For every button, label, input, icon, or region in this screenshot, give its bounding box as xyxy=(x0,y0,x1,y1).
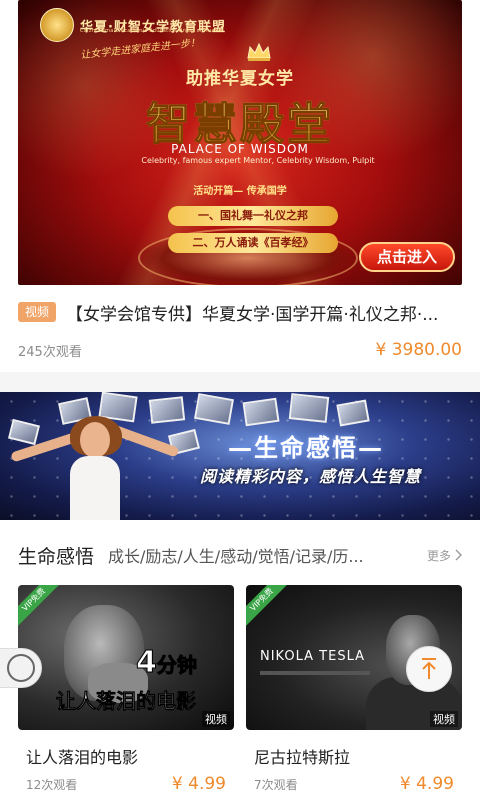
course-item-title-row[interactable]: 视频 【女学会馆专供】华夏女学·国学开篇·礼仪之邦·... xyxy=(18,298,462,326)
life-banner-subtitle: 阅读精彩内容，感悟人生智慧 xyxy=(200,467,422,486)
circle-button-icon xyxy=(7,654,35,682)
floating-photo xyxy=(288,393,330,423)
vip-free-ribbon: VIP免费 xyxy=(246,585,293,631)
view-count: 12次观看 xyxy=(26,777,78,792)
crown-icon xyxy=(247,42,271,61)
card-title[interactable]: 尼古拉特斯拉 xyxy=(254,744,350,768)
life-banner-title: —生命感悟— xyxy=(228,434,384,462)
section-title: 生命感悟 xyxy=(18,545,95,568)
course-item-meta: 245次观看 ¥ 3980.00 xyxy=(18,340,462,360)
logo-subtext: Caizhi Female Academic Education Union o… xyxy=(80,28,224,34)
card-overlay-line xyxy=(260,671,370,675)
banner-pill-2: 二、万人诵读《百孝经》 xyxy=(168,233,338,253)
video-tag: 视频 xyxy=(18,302,57,322)
card-title[interactable]: 让人落泪的电影 xyxy=(26,744,138,768)
banner-headline-en: PALACE OF WISDOM xyxy=(171,142,309,156)
woman-figure-image xyxy=(10,412,180,520)
course-item-title[interactable]: 【女学会馆专供】华夏女学·国学开篇·礼仪之邦·... xyxy=(66,300,438,325)
price: ¥ 4.99 xyxy=(399,774,454,794)
floating-photo xyxy=(242,397,280,427)
banner-pill-1: 一、国礼舞一礼仪之邦 xyxy=(168,206,338,226)
view-count: 7次观看 xyxy=(254,777,298,792)
logo-emblem-icon xyxy=(40,8,74,42)
more-link[interactable]: 更多 xyxy=(427,547,462,564)
card-overlay-duration: 4分钟 xyxy=(136,645,198,681)
enter-button[interactable]: 点击进入 xyxy=(359,242,455,272)
section-tags[interactable]: 成长/励志/人生/感动/觉悟/记录/历... xyxy=(108,543,419,567)
banner-headline-small: 助推华夏女学 xyxy=(186,69,294,89)
section-divider xyxy=(0,372,480,392)
floating-side-button[interactable] xyxy=(0,648,42,688)
banner-headline-en-sub: Celebrity, famous expert Mentor, Celebri… xyxy=(141,156,375,165)
video-badge: 视频 xyxy=(430,711,458,727)
price: ¥ 4.99 xyxy=(171,774,226,794)
more-label: 更多 xyxy=(426,548,451,563)
card-meta: 7次观看 ¥ 4.99 xyxy=(254,774,454,794)
section-header: 生命感悟 成长/励志/人生/感动/觉悟/记录/历... 更多 xyxy=(18,540,462,570)
card-overlay-name: NIKOLA TESLA xyxy=(260,649,366,664)
video-card[interactable]: 4分钟 让人落泪的电影 VIP免费 视频 xyxy=(18,585,234,730)
chevron-right-icon xyxy=(455,549,462,561)
arrow-up-icon xyxy=(422,658,436,679)
card-overlay-caption: 让人落泪的电影 xyxy=(56,689,197,714)
back-to-top-button[interactable] xyxy=(406,646,452,692)
vip-free-ribbon: VIP免费 xyxy=(18,585,65,631)
price: ¥ 3980.00 xyxy=(375,340,462,360)
floating-photo xyxy=(148,396,186,424)
view-count: 245次观看 xyxy=(18,344,82,360)
video-badge: 视频 xyxy=(202,711,230,727)
top-banner[interactable]: 华夏·财智女学教育联盟 Caizhi Female Academic Educa… xyxy=(18,0,462,285)
card-meta: 12次观看 ¥ 4.99 xyxy=(26,774,226,794)
banner-activity-text: 活动开篇— 传承国学 xyxy=(193,186,287,197)
